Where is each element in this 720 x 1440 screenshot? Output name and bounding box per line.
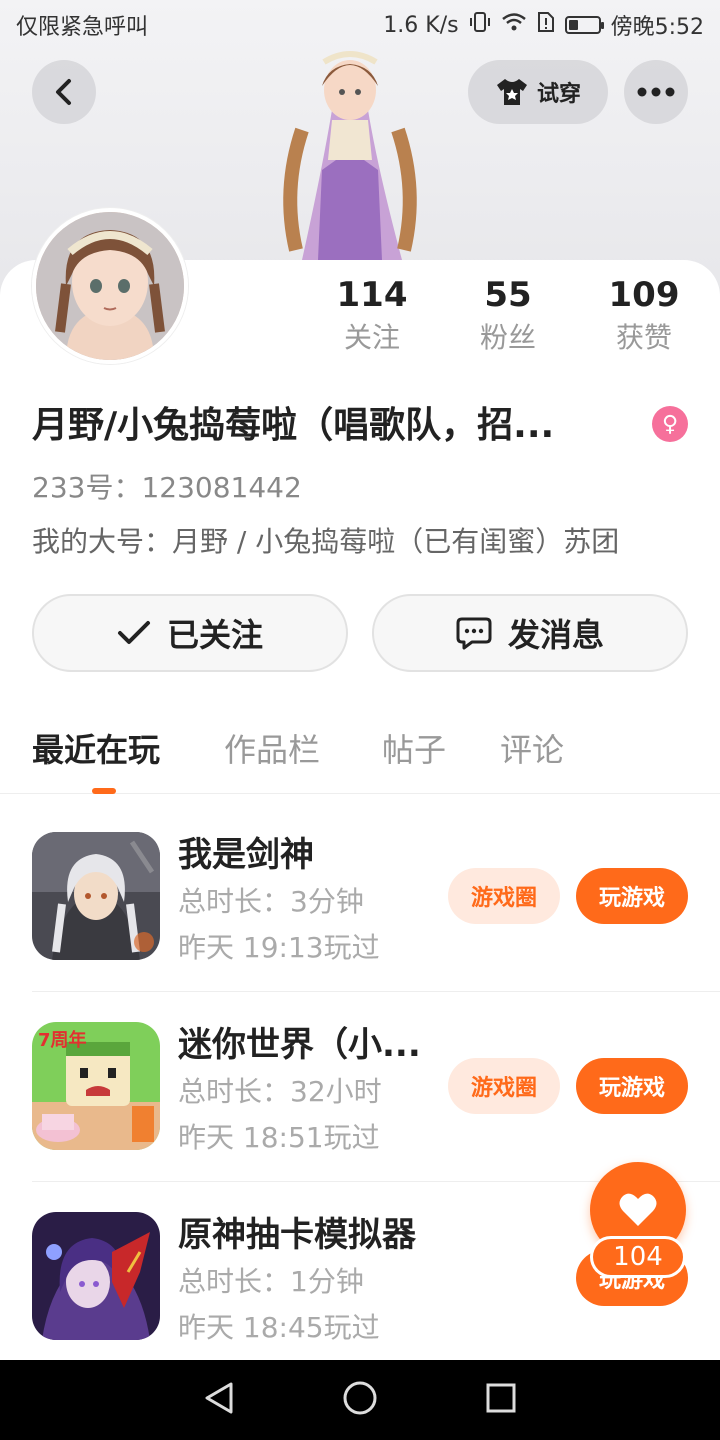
chat-bubble-icon [456, 617, 492, 650]
stat-following-label: 关注 [343, 321, 400, 354]
avatar-image [36, 212, 184, 360]
game-icon-badge: 7周年 [38, 1029, 87, 1051]
avatar-character-figure [283, 51, 417, 260]
nav-recents-icon[interactable] [485, 1382, 517, 1418]
vibrate-icon [469, 11, 491, 39]
tab-works[interactable]: 作品栏 [224, 728, 320, 772]
list-item[interactable]: 7周年 迷你世界（小... 总时长：32小时 昨天 18:51玩过 游戏圈 玩游… [32, 1022, 720, 1182]
game-title: 我是剑神 [178, 835, 314, 875]
followed-button[interactable]: 已关注 [32, 594, 348, 672]
play-game-button[interactable]: 玩游戏 [576, 868, 688, 924]
followed-label: 已关注 [166, 616, 263, 654]
profile-bio: 我的大号：月野 / 小兔捣莓啦（已有闺蜜）苏团 [32, 525, 620, 558]
tab-posts[interactable]: 帖子 [382, 728, 446, 772]
game-duration: 总时长：1分钟 [178, 1265, 364, 1298]
tab-indicator [92, 788, 116, 794]
status-bar: 仅限紧急呼叫 1.6 K/s 傍晚5:52 [0, 0, 720, 50]
stat-following[interactable]: 114 关注 [312, 272, 432, 358]
stat-followers-label: 粉丝 [479, 321, 536, 354]
profile-name: 月野/小兔捣莓啦（唱歌队，招... [32, 405, 555, 446]
status-right: 1.6 K/s 傍晚5:52 [383, 9, 704, 41]
female-gender-icon: ♀ [652, 406, 688, 442]
game-last-played: 昨天 18:51玩过 [178, 1121, 380, 1154]
list-item[interactable]: 我是剑神 总时长：3分钟 昨天 19:13玩过 游戏圈 玩游戏 [32, 832, 720, 992]
try-on-button[interactable]: 试穿 [468, 60, 608, 124]
battery-icon [564, 16, 604, 34]
game-last-played: 昨天 19:13玩过 [178, 931, 380, 964]
profile-tabs: 最近在玩 作品栏 帖子 评论 [0, 720, 720, 794]
back-button[interactable] [32, 60, 96, 124]
heart-icon [619, 1193, 657, 1226]
stat-likes-label: 获赞 [615, 321, 672, 354]
play-game-button[interactable]: 玩游戏 [576, 1058, 688, 1114]
game-last-played: 昨天 18:45玩过 [178, 1311, 380, 1344]
avatar[interactable] [32, 208, 188, 364]
send-message-button[interactable]: 发消息 [372, 594, 688, 672]
tab-recently-played[interactable]: 最近在玩 [32, 728, 160, 772]
stat-following-value: 114 [336, 275, 408, 315]
stat-followers-value: 55 [484, 275, 532, 315]
stat-likes[interactable]: 109 获赞 [584, 272, 704, 358]
game-title: 原神抽卡模拟器 [178, 1215, 416, 1255]
try-on-label: 试穿 [536, 82, 581, 107]
send-message-label: 发消息 [507, 616, 604, 654]
chevron-left-icon [56, 79, 71, 105]
nav-home-icon[interactable] [342, 1380, 378, 1420]
stat-likes-value: 109 [608, 275, 680, 315]
tshirt-icon [496, 79, 527, 105]
status-left-text: 仅限紧急呼叫 [16, 15, 149, 40]
stat-followers[interactable]: 55 粉丝 [448, 272, 568, 358]
wifi-icon [501, 12, 527, 38]
more-button[interactable] [624, 60, 688, 124]
network-speed: 1.6 K/s [383, 12, 459, 38]
more-dots-icon [637, 87, 675, 97]
sim-alert-icon [537, 11, 555, 39]
game-icon-sword-god [32, 832, 160, 960]
profile-uid: 233号：123081442 [32, 471, 302, 504]
nav-back-icon[interactable] [203, 1381, 235, 1419]
game-icon-mini-world: 7周年 [32, 1022, 160, 1150]
game-circle-button[interactable]: 游戏圈 [448, 868, 560, 924]
like-count-badge: 104 [590, 1236, 686, 1278]
game-title: 迷你世界（小... [178, 1025, 421, 1065]
game-duration: 总时长：32小时 [178, 1075, 382, 1108]
system-nav-bar [0, 1360, 720, 1440]
status-time: 傍晚5:52 [610, 15, 704, 40]
game-icon-genshin-simulator [32, 1212, 160, 1340]
game-duration: 总时长：3分钟 [178, 885, 364, 918]
tab-comments[interactable]: 评论 [500, 728, 564, 772]
check-icon [117, 621, 150, 644]
game-circle-button[interactable]: 游戏圈 [448, 1058, 560, 1114]
